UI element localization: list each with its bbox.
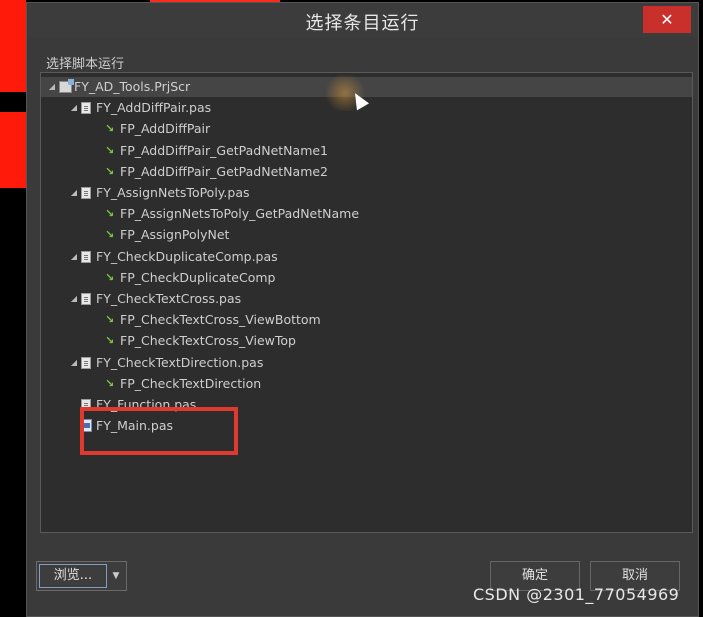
expand-arrow-icon[interactable]: ◢ bbox=[69, 289, 79, 309]
function-icon: ↘ bbox=[105, 207, 115, 221]
tree-item-function[interactable]: ↘ FP_AddDiffPair_GetPadNetName2 bbox=[41, 162, 692, 182]
script-tree[interactable]: ◢ FY_AD_Tools.PrjScr ◢ FY_AddDiffPair.pas ↘ F… bbox=[40, 72, 693, 533]
function-icon: ↘ bbox=[105, 334, 115, 348]
tree-item-label: FP_CheckDuplicateComp bbox=[120, 269, 276, 285]
watermark: CSDN @2301_77054969 bbox=[473, 585, 680, 604]
dialog-title: 选择条目运行 bbox=[305, 13, 420, 34]
tree-item-label: FP_CheckTextCross_ViewBottom bbox=[120, 312, 321, 328]
group-label: 选择脚本运行 bbox=[46, 57, 125, 72]
tree-item-file[interactable]: ◢ FY_CheckTextCross.pas bbox=[41, 289, 692, 309]
tree-item-function[interactable]: ↘ FP_CheckTextCross_ViewTop bbox=[41, 331, 692, 351]
script-file-icon bbox=[81, 293, 91, 305]
tree-item-label: FY_AssignNetsToPoly.pas bbox=[96, 185, 250, 200]
expand-arrow-icon[interactable]: ◢ bbox=[69, 353, 79, 373]
tree-item-function[interactable]: ↘ FP_AssignNetsToPoly_GetPadNetName bbox=[41, 204, 692, 224]
function-icon: ↘ bbox=[105, 122, 115, 136]
tree-item-label: FY_AddDiffPair.pas bbox=[96, 100, 212, 116]
tree-item-label: FY_CheckTextDirection.pas bbox=[96, 354, 264, 370]
close-icon: ✕ bbox=[660, 10, 674, 29]
function-icon: ↘ bbox=[105, 228, 115, 242]
function-icon: ↘ bbox=[105, 313, 115, 327]
title-bar: 选择条目运行 ✕ bbox=[27, 3, 698, 37]
tree-item-label: FP_CheckTextCross_ViewTop bbox=[120, 333, 296, 349]
tree-item-file[interactable]: ◢ FY_AssignNetsToPoly.pas bbox=[41, 183, 692, 203]
expand-arrow-icon[interactable]: ◢ bbox=[69, 98, 79, 118]
tree-item-label: FY_CheckDuplicateComp.pas bbox=[96, 248, 278, 264]
highlight-box bbox=[80, 407, 238, 455]
select-item-dialog: 选择条目运行 ✕ 选择脚本运行 ◢ FY_AD_Tools.PrjScr ◢ FY_A… bbox=[26, 2, 699, 617]
script-file-icon bbox=[81, 187, 91, 199]
function-icon: ↘ bbox=[105, 270, 115, 284]
tree-item-label: FP_AddDiffPair_GetPadNetName1 bbox=[120, 142, 329, 158]
tree-item-function[interactable]: ↘ FP_AssignPolyNet bbox=[41, 225, 692, 245]
expand-arrow-icon[interactable]: ◢ bbox=[69, 247, 79, 267]
tree-item-label: FY_CheckTextCross.pas bbox=[96, 291, 242, 306]
tree-item-function[interactable]: ↘ FP_CheckTextCross_ViewBottom bbox=[41, 310, 692, 330]
tree-item-label: FP_AddDiffPair_GetPadNetName2 bbox=[120, 163, 329, 179]
function-icon: ↘ bbox=[105, 376, 115, 390]
background-red-block bbox=[0, 112, 26, 188]
browse-button[interactable]: 浏览... bbox=[39, 564, 107, 588]
tree-item-label: FP_AddDiffPair bbox=[120, 121, 211, 137]
tree-item-file[interactable]: ◢ FY_CheckDuplicateComp.pas bbox=[41, 247, 692, 267]
background-red-block bbox=[0, 0, 26, 92]
tree-item-label: FP_CheckTextDirection bbox=[120, 375, 262, 391]
script-file-icon bbox=[81, 250, 91, 263]
script-file-icon bbox=[81, 356, 91, 369]
tree-item-function[interactable]: ↘ FP_CheckDuplicateComp bbox=[41, 268, 692, 288]
script-file-icon bbox=[81, 102, 91, 115]
tree-item-function[interactable]: ↘ FP_AddDiffPair bbox=[41, 119, 692, 139]
close-button[interactable]: ✕ bbox=[643, 6, 691, 33]
function-icon: ↘ bbox=[105, 164, 115, 178]
tree-item-label: FP_AssignNetsToPoly_GetPadNetName bbox=[120, 206, 360, 222]
browse-split-button[interactable]: 浏览... ▼ bbox=[36, 561, 127, 591]
tree-item-label: FY_AD_Tools.PrjScr bbox=[74, 79, 191, 94]
tree-item-label: FP_AssignPolyNet bbox=[120, 227, 230, 243]
expand-arrow-icon[interactable]: ◢ bbox=[47, 77, 57, 97]
tree-item-function[interactable]: ↘ FP_CheckTextDirection bbox=[41, 374, 692, 394]
tree-item-function[interactable]: ↘ FP_AddDiffPair_GetPadNetName1 bbox=[41, 141, 692, 161]
chevron-down-icon[interactable]: ▼ bbox=[108, 564, 124, 588]
project-icon bbox=[59, 79, 74, 93]
function-icon: ↘ bbox=[105, 143, 115, 157]
tree-item-file[interactable]: ◢ FY_CheckTextDirection.pas bbox=[41, 353, 692, 373]
expand-arrow-icon[interactable]: ◢ bbox=[69, 183, 79, 203]
